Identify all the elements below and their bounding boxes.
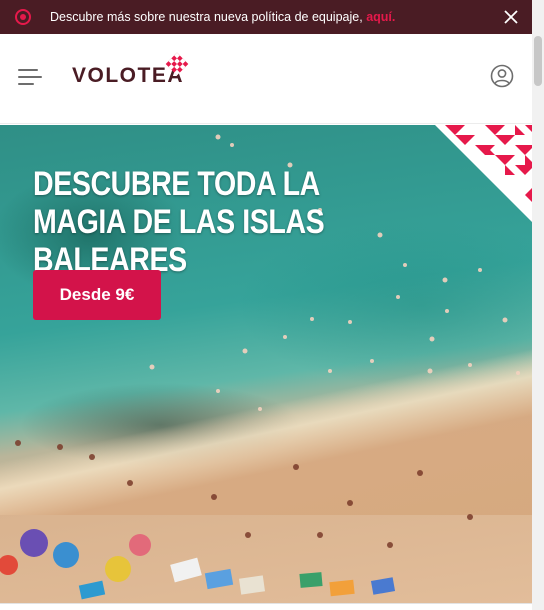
announcement-link[interactable]: aquí. [366,10,395,24]
from-price-button[interactable]: Desde 9€ [33,270,161,320]
announcement-text: Descubre más sobre nuestra nueva polític… [50,10,395,24]
scrollbar-thumb[interactable] [534,36,542,86]
user-account-icon[interactable] [490,64,514,88]
hamburger-menu-icon[interactable] [18,69,42,87]
announcement-bar: Descubre más sobre nuestra nueva polític… [0,0,532,34]
checkered-corner-decoration [435,125,532,222]
announcement-message: Descubre más sobre nuestra nueva polític… [50,10,363,24]
hero-title: DESCUBRE TODA LA MAGIA DE LAS ISLAS BALE… [33,165,325,279]
scrollbar[interactable] [532,0,544,610]
next-section-edge [0,603,532,610]
site-header: VOLOTEA [0,34,532,124]
volotea-logo[interactable]: VOLOTEA [72,52,189,92]
hero-banner: DESCUBRE TODA LA MAGIA DE LAS ISLAS BALE… [0,125,532,603]
close-icon[interactable] [502,8,520,26]
logo-mark-icon [165,52,189,76]
info-dot-icon [15,9,31,25]
